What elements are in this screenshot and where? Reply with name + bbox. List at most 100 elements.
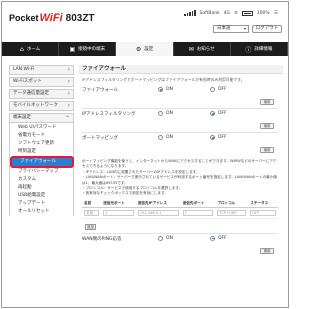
radio-label: ON — [166, 235, 173, 241]
sidebar-sub-custom[interactable]: カスタム — [10, 176, 73, 184]
sidebar-sub-privacy[interactable]: プライバシーマップ — [10, 168, 73, 176]
gear-icon: ⚙ — [135, 45, 142, 53]
radio-dot — [158, 135, 163, 140]
home-icon: ⌂ — [20, 45, 24, 53]
column-header: 送信先ポート — [180, 199, 216, 208]
sidebar-item-mobile-network[interactable]: モバイルネットワーク — [9, 101, 74, 111]
brand-wifi-text: WiFi — [39, 12, 63, 24]
note-text: ・LAN/WANポート：サーバーで実行されているサービスが利用するポート番号を指… — [82, 175, 277, 185]
radio-label: OFF — [218, 111, 227, 116]
column-header: 名前 — [82, 199, 102, 208]
tab-label: お知らせ — [196, 47, 215, 52]
portmap-on-radio[interactable]: ON — [158, 135, 173, 140]
note-text: ポートマッピング機能を使うと、インターネットからWANにアクセスすることができま… — [82, 159, 277, 169]
sidebar-item-data-usage[interactable]: データ通信量設定 — [9, 89, 74, 99]
battery-icon — [241, 10, 253, 16]
ipfilter-off-radio[interactable]: OFF — [210, 111, 227, 116]
table-header-row: 名前 送信元ポート 送信先IPアドレス 送信先ポート プロトコル ステータス — [82, 199, 278, 208]
ipfilter-label: IPアドレスフィルタリング — [82, 112, 136, 117]
portmap-off-radio[interactable]: OFF — [210, 135, 227, 140]
radio-dot — [158, 111, 163, 116]
firewall-row: ファイアウォール ON OFF — [82, 85, 278, 99]
sidebar-item-device-settings[interactable]: 端末設定 — [9, 112, 74, 123]
add-button[interactable]: 追加 — [85, 223, 96, 230]
tab-details[interactable]: ⓘ 詳細情報 — [231, 42, 288, 56]
sidebar-sub-time-setting[interactable]: 時刻設定 — [10, 148, 73, 156]
tab-label: 設定 — [144, 47, 154, 52]
portmap-apply-button[interactable]: 適用 — [260, 147, 274, 153]
status-select[interactable]: OFF — [250, 209, 276, 216]
sidebar-sub-reboot[interactable]: 再起動 — [10, 184, 73, 192]
portmap-label: ポートマッピング — [82, 136, 118, 141]
sidebar-sub-power-saving[interactable]: 省電力モード — [10, 132, 73, 140]
mail-icon: ✉ — [188, 45, 194, 53]
firewall-apply-row: 適用 — [82, 99, 278, 108]
add-row: 追加 — [82, 219, 278, 233]
wifi-status-icon: ≋ — [234, 10, 238, 16]
column-header: 送信元ポート — [101, 199, 136, 208]
radio-label: ON — [166, 135, 173, 140]
signal-icon — [184, 10, 196, 16]
sidebar-sub-update[interactable]: アップデート — [10, 200, 73, 208]
language-select[interactable]: 日本語 — [213, 25, 249, 33]
sidebar-item-wifi-spot[interactable]: Wi-Fiスポット — [9, 77, 74, 87]
ipfilter-on-radio[interactable]: ON — [158, 111, 173, 116]
tab-label: 接続中の端末 — [78, 47, 106, 52]
portmap-apply-row: 適用 — [82, 147, 278, 156]
radio-label: OFF — [218, 235, 227, 241]
sidebar-sub-reset[interactable]: オールリセット — [10, 208, 73, 216]
firewall-on-radio[interactable]: ON — [158, 87, 173, 92]
ipfilter-row: IPアドレスフィルタリング ON OFF — [82, 109, 278, 123]
ipfilter-apply-button[interactable]: 適用 — [260, 123, 274, 129]
radio-dot — [210, 135, 215, 140]
radio-dot — [158, 87, 163, 92]
dest-port-field[interactable]: 1 — [182, 209, 214, 216]
devices-icon: ▣ — [69, 45, 76, 53]
sidebar-sub-usb-power[interactable]: USB給電設定 — [10, 192, 73, 200]
brand-logo: PocketWiFi 803ZT — [9, 12, 95, 24]
main-nav: ⌂ ホーム ▣ 接続中の端末 ⚙ 設定 ✉ お知らせ ⓘ 詳細情報 — [2, 42, 288, 56]
sidebar-item-lan-wifi[interactable]: LAN Wi-Fi — [9, 65, 74, 75]
source-port-field[interactable]: 1 — [103, 209, 134, 216]
wan-ping-apply-button[interactable]: 適用 — [260, 247, 274, 254]
firewall-apply-button[interactable]: 適用 — [260, 99, 274, 105]
name-field[interactable]: 名前 — [84, 209, 100, 216]
dest-ip-field[interactable]: 192.168.0.1 — [137, 209, 179, 216]
firewall-label: ファイアウォール — [82, 88, 118, 93]
tab-devices[interactable]: ▣ 接続中の端末 — [59, 42, 117, 56]
tab-settings[interactable]: ⚙ 設定 — [116, 42, 174, 56]
table-row: 名前 1 192.168.0.1 1 TCP+UDP OFF — [82, 207, 278, 219]
status-bar: SoftBank 4G ≋ 100% ☰ — [184, 10, 278, 16]
firewall-off-radio[interactable]: OFF — [210, 87, 227, 92]
radio-label: ON — [166, 111, 173, 116]
carrier-label: SoftBank — [199, 10, 220, 16]
protocol-select[interactable]: TCP+UDP — [217, 209, 247, 216]
page-description: IPアドレスフィルタリングとポートマッピングはファイアウォールが有効時のみ利用可… — [82, 77, 245, 82]
ipfilter-apply-row: 適用 — [82, 123, 278, 132]
menu-icon[interactable]: ☰ — [274, 11, 278, 16]
wan-ping-off-radio[interactable]: OFF — [210, 235, 227, 241]
info-icon: ⓘ — [245, 46, 252, 54]
radio-dot — [158, 235, 163, 241]
wan-ping-apply-row: 適用 — [82, 247, 278, 257]
sidebar-sub-software-update[interactable]: ソフトウェア更新 — [10, 140, 73, 148]
tab-home[interactable]: ⌂ ホーム — [2, 42, 60, 56]
portmap-row: ポートマッピング ON OFF — [82, 133, 278, 147]
page-title: ファイアウォール — [79, 65, 283, 74]
radio-dot — [210, 111, 215, 116]
tab-label: 詳細情報 — [254, 47, 273, 52]
radio-label: OFF — [218, 87, 227, 92]
model-name: 803ZT — [65, 13, 95, 24]
tab-notifications[interactable]: ✉ お知らせ — [174, 42, 231, 56]
wan-ping-on-radio[interactable]: ON — [158, 235, 173, 241]
brand-text: Pocket — [9, 13, 39, 23]
tab-label: ホーム — [26, 47, 41, 52]
sidebar-sub-webui-password[interactable]: Web UIパスワード — [10, 124, 73, 132]
wan-ping-row: WAN側のPING応答 ON OFF — [82, 234, 278, 248]
sidebar-sub-firewall[interactable]: ファイアウォール — [10, 156, 74, 168]
radio-dot — [210, 87, 215, 92]
header: PocketWiFi 803ZT SoftBank 4G ≋ 100% ☰ 日本語… — [2, 2, 288, 42]
logout-button[interactable]: ログアウト — [252, 25, 282, 33]
battery-level: 100% — [256, 10, 270, 16]
portmap-table: 名前 送信元ポート 送信先IPアドレス 送信先ポート プロトコル ステータス 名… — [82, 199, 278, 219]
